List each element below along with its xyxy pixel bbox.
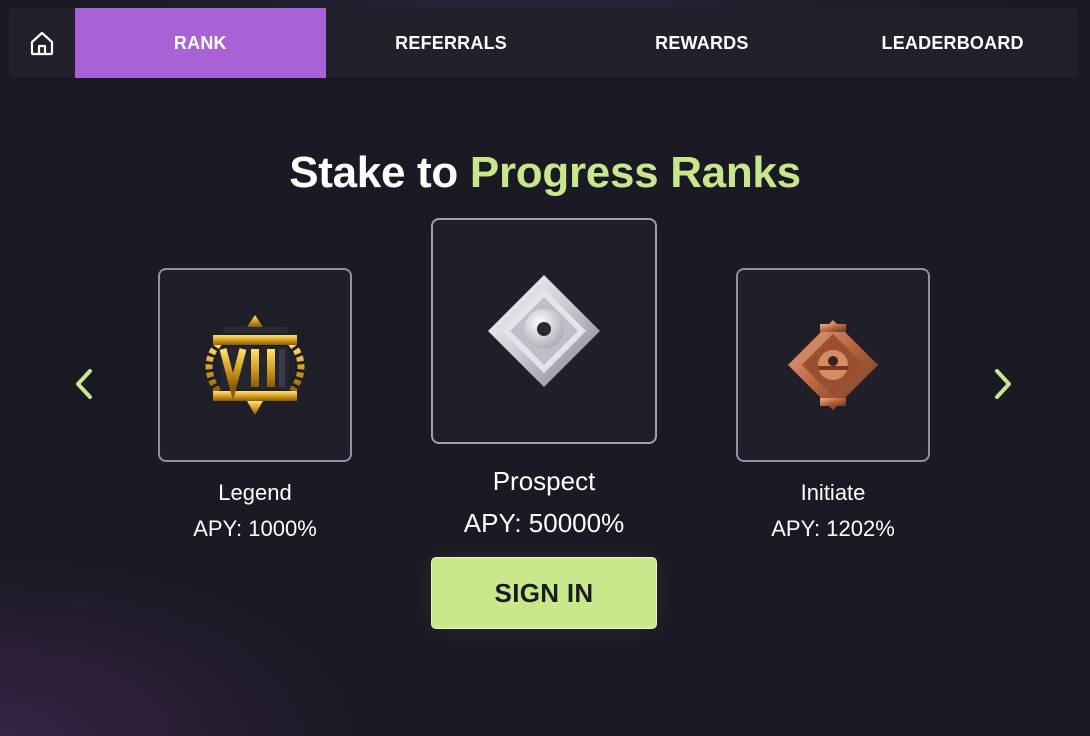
page: RANK REFERRALS REWARDS LEADERBOARD Stake… (0, 0, 1090, 736)
chevron-right-icon (995, 369, 1011, 399)
tab-rank[interactable]: RANK (74, 8, 326, 78)
initiate-rank-icon (788, 320, 878, 410)
rank-card-initiate[interactable] (736, 268, 930, 462)
tab-leaderboard[interactable]: LEADERBOARD (827, 8, 1078, 78)
title-accent: Progress Ranks (469, 148, 801, 197)
rank-card-prospect[interactable] (431, 218, 657, 444)
rank-apy-prospect: APY: 50000% (463, 508, 625, 538)
tab-referrals[interactable]: REFERRALS (326, 8, 577, 78)
top-navigation: RANK REFERRALS REWARDS LEADERBOARD (9, 8, 1078, 78)
legend-rank-icon (205, 315, 305, 415)
page-title: Stake to Progress Ranks (0, 148, 1090, 198)
rank-card-legend[interactable] (158, 268, 352, 462)
prospect-rank-icon (488, 275, 600, 387)
home-icon (30, 31, 54, 56)
rank-apy-initiate: APY: 1202% (771, 516, 895, 541)
rank-name-prospect: Prospect (492, 466, 596, 496)
rank-name-initiate: Initiate (800, 480, 866, 505)
title-prefix: Stake to (289, 148, 470, 197)
rank-apy-legend: APY: 1000% (193, 516, 317, 541)
rank-name-legend: Legend (218, 480, 292, 505)
tab-rewards[interactable]: REWARDS (576, 8, 827, 78)
home-button[interactable] (9, 8, 75, 78)
chevron-left-icon (76, 369, 92, 399)
sign-in-button[interactable]: SIGN IN (431, 557, 657, 629)
carousel-next-button[interactable] (983, 364, 1023, 404)
carousel-prev-button[interactable] (64, 364, 104, 404)
